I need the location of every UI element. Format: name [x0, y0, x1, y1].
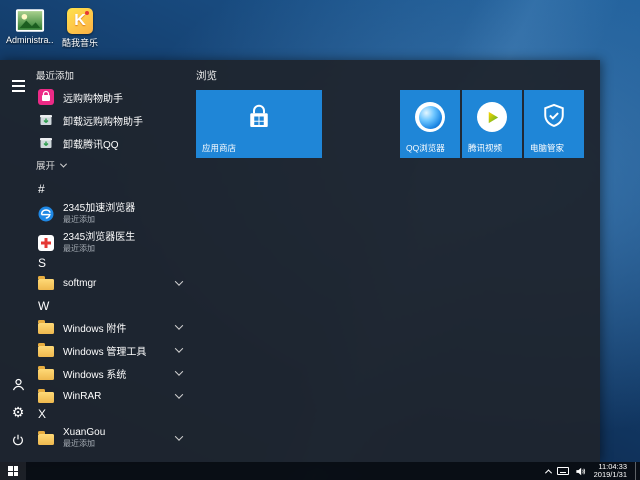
- store-icon: [196, 102, 322, 132]
- expand-label: 展开: [36, 158, 55, 172]
- kuwo-music-icon: [67, 8, 93, 34]
- folder-item-softmgr[interactable]: softmgr: [36, 272, 188, 294]
- app-item-label: 2345加速浏览器: [63, 203, 135, 214]
- chevron-down-icon: [60, 160, 67, 167]
- desktop-icon-kuwo-music[interactable]: 酷我音乐: [56, 8, 104, 49]
- user-icon: [11, 377, 26, 392]
- uninstaller-icon: [38, 112, 54, 128]
- tile-tencent-video[interactable]: 腾讯视频: [462, 90, 522, 158]
- tile-group-title: 浏览: [196, 68, 217, 83]
- desktop: Administra... 酷我音乐 ⚙ 最近添加: [0, 0, 640, 480]
- app-item-label: softmgr: [63, 278, 96, 289]
- folder-icon: [38, 434, 54, 445]
- user-files-icon: [15, 8, 45, 33]
- speaker-icon: [575, 466, 586, 477]
- start-menu: ⚙ 最近添加 远购购物助手 卸载远购购物助手: [0, 60, 600, 462]
- taskbar: 11:04:33 2019/1/31: [0, 462, 640, 480]
- folder-icon: [38, 279, 54, 290]
- section-letter-w[interactable]: W: [38, 299, 58, 315]
- tile-label: QQ浏览器: [406, 142, 445, 154]
- touch-keyboard-button[interactable]: [557, 462, 569, 480]
- folder-icon: [38, 392, 54, 403]
- tile-label: 应用商店: [202, 142, 236, 154]
- chevron-down-icon: [175, 321, 183, 329]
- folder-item-xuangou[interactable]: XuanGou 最近添加: [36, 423, 188, 452]
- hamburger-icon: [12, 80, 25, 92]
- recently-added-header: 最近添加: [36, 68, 74, 82]
- tile-label: 电脑管家: [530, 142, 564, 154]
- app-item-sublabel: 最近添加: [63, 243, 135, 254]
- app-item-label: 卸载远购购物助手: [63, 113, 143, 128]
- taskbar-clock[interactable]: 11:04:33 2019/1/31: [592, 463, 629, 480]
- power-icon: [11, 433, 25, 447]
- start-button[interactable]: [0, 462, 26, 480]
- show-desktop-button[interactable]: [635, 462, 640, 480]
- desktop-icon-label: 酷我音乐: [62, 36, 98, 49]
- folder-item-winrar[interactable]: WinRAR: [36, 385, 188, 407]
- qq-browser-icon: [400, 102, 460, 132]
- folder-icon: [38, 323, 54, 334]
- app-item-label: 2345浏览器医生: [63, 232, 135, 243]
- app-item-uninstall-qq[interactable]: 卸载腾讯QQ: [36, 132, 188, 154]
- settings-button[interactable]: ⚙: [8, 402, 28, 422]
- chevron-down-icon: [175, 390, 183, 398]
- folder-item-windows-system[interactable]: Windows 系统: [36, 362, 188, 384]
- app-item-uninstall-shopping-assistant[interactable]: 卸载远购购物助手: [36, 109, 188, 131]
- tile-pc-manager[interactable]: 电脑管家: [524, 90, 584, 158]
- browser-doctor-icon: [38, 235, 54, 251]
- chevron-down-icon: [175, 344, 183, 352]
- app-item-label: XuanGou: [63, 427, 105, 438]
- app-item-sublabel: 最近添加: [63, 438, 105, 449]
- desktop-icon-administrator[interactable]: Administra...: [6, 8, 54, 45]
- folder-icon: [38, 346, 54, 357]
- tile-label: 腾讯视频: [468, 142, 502, 154]
- system-tray: 11:04:33 2019/1/31: [546, 462, 640, 480]
- keyboard-icon: [557, 467, 569, 475]
- speed-browser-icon: [38, 206, 54, 222]
- hidden-icons-button[interactable]: [546, 462, 551, 480]
- app-item-label: 卸载腾讯QQ: [63, 136, 119, 151]
- tencent-video-icon: [462, 102, 522, 132]
- shield-icon: [524, 102, 584, 130]
- windows-logo-icon: [8, 466, 18, 476]
- section-letter-s[interactable]: S: [38, 256, 58, 272]
- chevron-down-icon: [175, 432, 183, 440]
- app-item-label: WinRAR: [63, 391, 101, 402]
- volume-button[interactable]: [575, 462, 586, 480]
- menu-hamburger-button[interactable]: [8, 76, 28, 96]
- app-item-sublabel: 最近添加: [63, 214, 135, 225]
- folder-item-windows-accessories[interactable]: Windows 附件: [36, 316, 188, 338]
- folder-icon: [38, 369, 54, 380]
- section-letter-x[interactable]: X: [38, 407, 58, 423]
- uninstaller-icon: [38, 135, 54, 151]
- gear-icon: ⚙: [12, 405, 25, 419]
- app-item-label: Windows 附件: [63, 320, 126, 335]
- shopping-assistant-icon: [38, 89, 54, 105]
- clock-date: 2019/1/31: [594, 471, 627, 480]
- tile-qq-browser[interactable]: QQ浏览器: [400, 90, 460, 158]
- folder-item-windows-admin-tools[interactable]: Windows 管理工具: [36, 339, 188, 361]
- expand-button[interactable]: 展开: [36, 158, 66, 172]
- chevron-down-icon: [175, 367, 183, 375]
- app-item-label: Windows 管理工具: [63, 343, 146, 358]
- app-item-label: 远购购物助手: [63, 90, 123, 105]
- chevron-up-icon: [545, 469, 552, 476]
- tile-app-store[interactable]: 应用商店: [196, 90, 322, 158]
- section-letter-hash[interactable]: #: [38, 182, 58, 198]
- desktop-icon-label: Administra...: [6, 35, 54, 45]
- app-item-shopping-assistant[interactable]: 远购购物助手: [36, 86, 188, 108]
- app-item-browser-doctor[interactable]: 2345浏览器医生 最近添加: [36, 228, 188, 257]
- power-button[interactable]: [8, 430, 28, 450]
- app-item-label: Windows 系统: [63, 366, 126, 381]
- chevron-down-icon: [175, 277, 183, 285]
- app-item-2345-browser[interactable]: 2345加速浏览器 最近添加: [36, 199, 188, 228]
- user-account-button[interactable]: [8, 374, 28, 394]
